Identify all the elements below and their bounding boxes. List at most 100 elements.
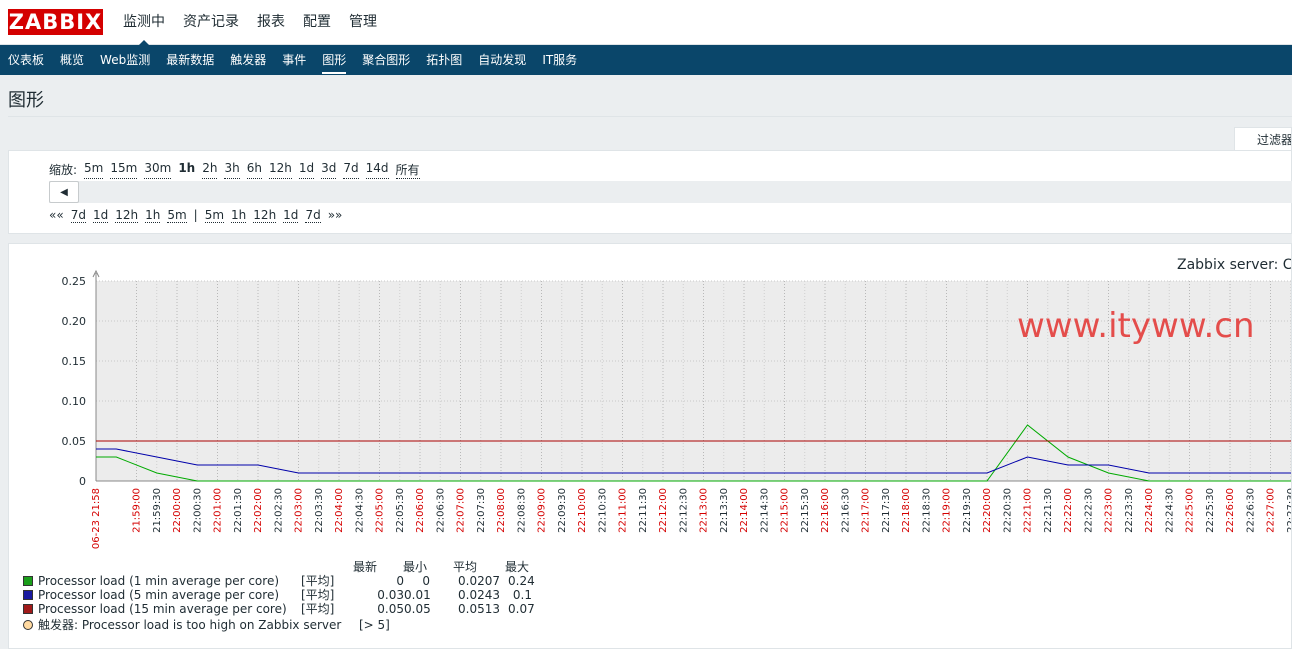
zoom-option[interactable]: 3h (224, 161, 240, 179)
zoom-option[interactable]: 6h (246, 161, 262, 179)
watermark-text: www.ityww.cn (1017, 306, 1255, 346)
legend-value-avg: 0.0243 (458, 588, 500, 602)
period-back-link[interactable]: 1h (145, 208, 161, 223)
x-tick-label: 22:05:30 (395, 488, 406, 533)
legend-series: Processor load (1 min average per core) (23, 574, 279, 588)
legend-color-swatch (23, 575, 33, 586)
period-forward-link[interactable]: 7d (305, 208, 321, 223)
zabbix-logo[interactable]: ZABBIX (8, 9, 103, 35)
x-tick-label: 22:25:00 (1185, 488, 1196, 533)
x-tick-label: 22:09:30 (557, 488, 568, 533)
sub-menu-item[interactable]: 仪表板 (0, 45, 52, 75)
period-back-link[interactable]: 12h (115, 208, 139, 223)
x-tick-label: 22:16:30 (840, 488, 851, 533)
x-tick-label: 22:20:30 (1002, 488, 1013, 533)
period-separator: | (193, 208, 198, 222)
sub-menu-label: 事件 (282, 53, 307, 67)
top-menu-item[interactable]: 配置 (294, 0, 340, 45)
y-tick-label: 0.15 (62, 355, 87, 368)
sub-menu-item[interactable]: 概览 (52, 45, 92, 75)
period-back-link[interactable]: 5m (167, 208, 187, 223)
zoom-option[interactable]: 5m (84, 161, 104, 179)
x-tick-label: 22:15:30 (800, 488, 811, 533)
trigger-circle-icon (23, 619, 33, 630)
sub-menu-item[interactable]: IT服务 (534, 45, 585, 75)
legend-value-min: 0.05 (404, 602, 431, 616)
zoom-option[interactable]: 所有 (395, 161, 420, 179)
sub-menu-label: 自动发现 (478, 53, 527, 67)
top-menu-item[interactable]: 监测中 (114, 0, 174, 46)
x-tick-label: 22:13:30 (719, 488, 730, 533)
zoom-option[interactable]: 30m (144, 161, 172, 179)
legend-value-max: 0.1 (512, 588, 532, 602)
zoom-option[interactable]: 3d (321, 161, 337, 179)
x-tick-label: 22:20:00 (982, 488, 993, 533)
top-menu-item[interactable]: 报表 (248, 0, 294, 45)
zoom-option[interactable]: 2h (202, 161, 218, 179)
timeline-scrollbar[interactable]: ◀ (49, 181, 1292, 203)
zoom-option[interactable]: 15m (110, 161, 138, 179)
legend-series-name: Processor load (1 min average per core) (38, 574, 280, 588)
sub-menu-item[interactable]: 拓扑图 (418, 45, 470, 75)
legend-trigger: 触发器: Processor load is too high on Zabbi… (23, 618, 341, 632)
legend-value-min: 0 (422, 574, 430, 588)
x-tick-label: 22:15:00 (780, 488, 791, 533)
y-tick-label: 0.25 (62, 275, 87, 288)
legend-value-max: 0.07 (508, 602, 535, 616)
x-tick-label: 22:13:00 (699, 488, 710, 533)
period-forward-link[interactable]: 5m (204, 208, 225, 223)
x-tick-label: 22:12:30 (678, 488, 689, 533)
x-tick-label: 22:17:30 (881, 488, 892, 533)
x-tick-label: 22:06:00 (415, 488, 426, 533)
zoom-label: 缩放: (49, 163, 78, 177)
x-tick-label: 22:19:00 (942, 488, 953, 533)
graph-panel: 0.25 0.20 0.15 0.10 0.05 0 21:59:00 21:59:30 22:… (8, 243, 1292, 649)
sub-menu-label: Web监测 (100, 53, 151, 67)
x-tick-label: 22:09:00 (537, 488, 548, 533)
scroll-left-button[interactable]: ◀ (49, 181, 79, 203)
sub-menu-item[interactable]: Web监测 (92, 45, 158, 75)
legend-color-swatch (23, 589, 33, 600)
x-tick-label: 22:08:30 (516, 488, 527, 533)
sub-menu-label: 聚合图形 (362, 53, 411, 67)
zoom-option[interactable]: 7d (343, 161, 359, 179)
x-tick-label: 22:26:00 (1225, 488, 1236, 533)
legend-header: 最新 (353, 560, 378, 574)
sub-menu-item[interactable]: 图形 (314, 45, 354, 75)
x-tick-label: 22:17:00 (861, 488, 872, 533)
x-tick-label: 22:00:30 (192, 488, 203, 533)
x-tick-label: 22:06:30 (435, 488, 446, 533)
trigger-condition: [> 5] (359, 618, 390, 632)
x-tick-label: 22:27:00 (1266, 488, 1277, 533)
period-forward-link[interactable]: 1h (231, 208, 247, 223)
zoom-bar: 缩放: 5m 15m 30m 1h 2h 3h 6h 12h 1d 3d 7d 14d 所有 (49, 161, 420, 179)
x-tick-label: 22:07:30 (476, 488, 487, 533)
period-back-link[interactable]: 7d (70, 208, 86, 223)
x-tick-label: 22:07:00 (456, 488, 467, 533)
sub-menu-item[interactable]: 事件 (274, 45, 314, 75)
zoom-option[interactable]: 12h (268, 161, 292, 179)
legend-header: 平均 (453, 560, 478, 574)
legend-series: Processor load (5 min average per core) (23, 588, 279, 602)
legend-value-avg: 0.0513 (458, 602, 500, 616)
sub-menu-label: 触发器 (230, 53, 267, 67)
sub-menu-item[interactable]: 最新数据 (158, 45, 222, 75)
sub-menu-item[interactable]: 自动发现 (470, 45, 534, 75)
back-symbol: «« (49, 208, 64, 222)
trigger-text: 触发器: Processor load is too high on Zabbi… (38, 618, 342, 632)
period-back-link[interactable]: 1d (92, 208, 109, 223)
zoom-option[interactable]: 14d (365, 161, 389, 179)
zoom-option[interactable]: 1d (298, 161, 315, 179)
x-tick-label: 22:18:00 (901, 488, 912, 533)
top-menu-item[interactable]: 管理 (340, 0, 386, 45)
x-tick-label: 22:14:00 (739, 488, 750, 533)
sub-menu-bar: 仪表板 概览 Web监测 最新数据 触发器 事件 图形 聚合图形 拓扑图 自动发现 IT服务 (0, 45, 1292, 75)
sub-menu-item[interactable]: 聚合图形 (354, 45, 418, 75)
legend-series-name: Processor load (5 min average per core) (38, 588, 280, 602)
y-tick-label: 0.20 (62, 315, 87, 328)
filter-tab[interactable]: 过滤器 (1234, 127, 1292, 151)
sub-menu-item[interactable]: 触发器 (222, 45, 274, 75)
period-forward-link[interactable]: 12h (253, 208, 277, 223)
period-forward-link[interactable]: 1d (283, 208, 299, 223)
top-menu-item[interactable]: 资产记录 (174, 0, 248, 45)
